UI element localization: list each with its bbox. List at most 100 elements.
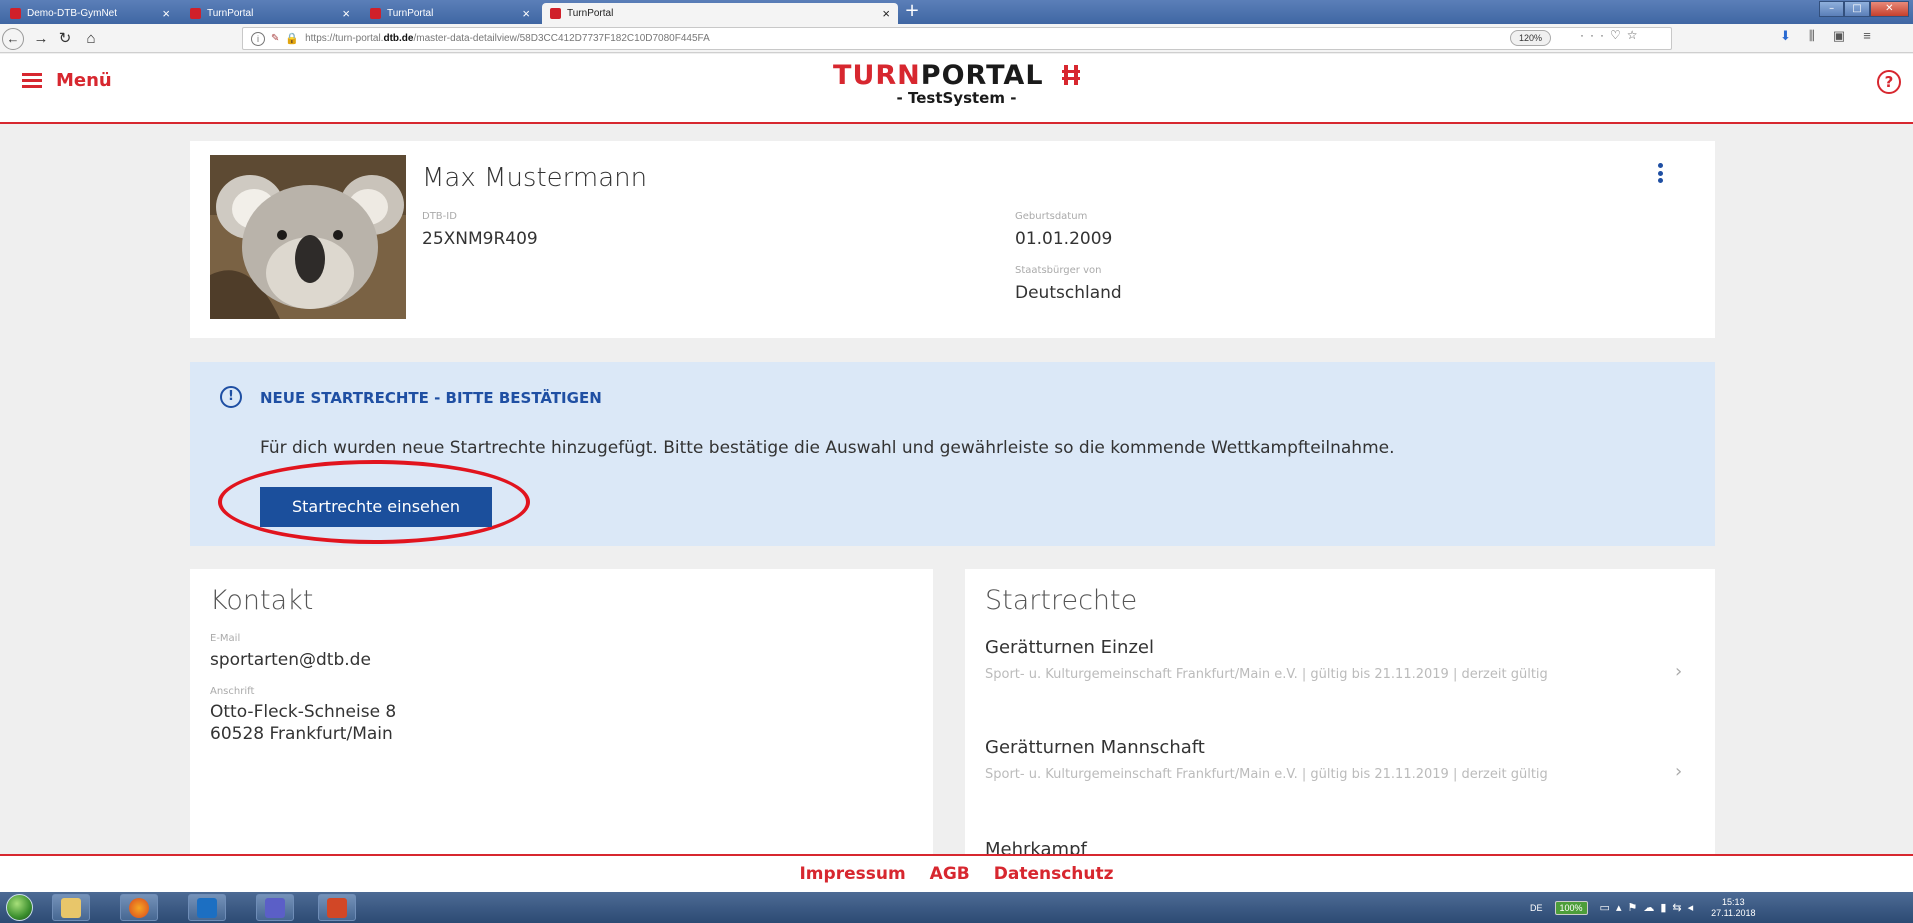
startrecht-item[interactable]: Gerätturnen Mannschaft Sport- u. Kulturg… <box>965 737 1715 837</box>
close-icon[interactable]: × <box>522 6 530 21</box>
browser-tab[interactable]: Demo-DTB-GymNet × <box>2 3 178 24</box>
language-indicator[interactable]: DE <box>1530 903 1543 913</box>
maximize-icon[interactable]: □ <box>1844 1 1870 17</box>
close-icon[interactable]: × <box>342 6 350 21</box>
logo-text-turn: TURN <box>833 60 921 91</box>
startrecht-title: Gerätturnen Einzel <box>985 637 1154 658</box>
startrechte-card: Startrechte Gerätturnen Einzel Sport- u.… <box>965 569 1715 854</box>
home-icon[interactable]: ⌂ <box>80 28 102 50</box>
forward-arrow-icon[interactable]: → <box>30 28 52 50</box>
birthdate-label: Geburtsdatum <box>1015 211 1088 222</box>
dtb-emblem-icon <box>1061 65 1080 85</box>
favicon-icon <box>10 8 21 19</box>
koala-photo <box>210 155 406 319</box>
address-label: Anschrift <box>210 686 255 697</box>
teams-icon[interactable] <box>256 894 294 921</box>
browser-tab[interactable]: TurnPortal × <box>362 3 538 24</box>
avatar <box>210 155 406 319</box>
explorer-icon[interactable] <box>52 894 90 921</box>
startrecht-title: Gerätturnen Mannschaft <box>985 737 1205 758</box>
zoom-level[interactable]: 120% <box>1510 30 1552 46</box>
citizenship-value: Deutschland <box>1015 283 1122 303</box>
startrecht-item[interactable]: Gerätturnen Einzel Sport- u. Kulturgemei… <box>965 637 1715 737</box>
download-icon[interactable]: ⬇ <box>1780 28 1791 44</box>
reload-icon[interactable]: ↻ <box>54 28 76 50</box>
chevron-right-icon: › <box>1675 761 1683 782</box>
contact-heading: Kontakt <box>210 585 314 616</box>
favicon-icon <box>550 8 561 19</box>
info-icon[interactable]: i <box>251 31 265 46</box>
url-text[interactable]: https://turn-portal.dtb.de/master-data-d… <box>305 33 710 44</box>
firefox-icon[interactable] <box>120 894 158 921</box>
alert-circle-icon: ! <box>220 386 242 408</box>
new-tab-button[interactable]: + <box>902 2 922 22</box>
startrechte-heading: Startrechte <box>985 585 1138 616</box>
email-value: sportarten@dtb.de <box>210 650 371 670</box>
profile-name: Max Mustermann <box>422 163 648 193</box>
profile-card: Max Mustermann DTB-ID 25XNM9R409 Geburts… <box>190 141 1715 338</box>
toolbar-right: ⬇ ⫼ ▣ ≡ <box>1780 28 1871 44</box>
favicon-icon <box>190 8 201 19</box>
contact-card: Kontakt E-Mail sportarten@dtb.de Anschri… <box>190 569 933 854</box>
impressum-link[interactable]: Impressum <box>799 864 905 884</box>
back-arrow-icon[interactable]: ← <box>2 28 24 50</box>
address-value: Otto-Fleck-Schneise 8 60528 Frankfurt/Ma… <box>210 702 397 744</box>
turnportal-logo: TURNPORTAL - TestSystem - <box>0 61 1913 107</box>
dtb-id-value: 25XNM9R409 <box>422 229 538 249</box>
window-controls: – □ ✕ <box>1819 1 1909 18</box>
page-actions-icon[interactable]: ··· <box>1580 28 1610 42</box>
battery-indicator[interactable]: 100% <box>1554 900 1588 915</box>
favicon-icon <box>370 8 381 19</box>
close-icon[interactable]: × <box>882 6 890 21</box>
citizenship-label: Staatsbürger von <box>1015 265 1102 276</box>
minimize-icon[interactable]: – <box>1819 1 1845 17</box>
tab-title: Demo-DTB-GymNet <box>27 8 118 19</box>
pocket-icon[interactable]: ♡ <box>1610 28 1627 42</box>
clock-date: 27.11.2018 <box>1711 907 1756 918</box>
startrechte-notice: ! NEUE STARTRECHTE - BITTE BESTÄTIGEN Fü… <box>190 362 1715 546</box>
system-tray: DE 100% ▭▴⚑☁▮⇆◂ 15:13 27.11.2018 <box>1530 892 1756 923</box>
more-options-icon[interactable] <box>1655 161 1665 185</box>
page-actions[interactable]: ···♡☆ <box>1580 28 1644 42</box>
app-header: Menü TURNPORTAL - TestSystem - ? <box>0 54 1913 124</box>
windows-taskbar: DE 100% ▭▴⚑☁▮⇆◂ 15:13 27.11.2018 <box>0 892 1913 923</box>
hamburger-menu-icon[interactable]: ≡ <box>1863 28 1871 44</box>
url-bar[interactable]: i ✎ 🔒 https://turn-portal.dtb.de/master-… <box>242 27 1672 50</box>
close-icon[interactable]: × <box>162 6 170 21</box>
birthdate-value: 01.01.2009 <box>1015 229 1113 249</box>
chevron-right-icon: › <box>1675 661 1683 682</box>
browser-tabstrip: Demo-DTB-GymNet × TurnPortal × TurnPorta… <box>0 0 1913 24</box>
logo-subtitle: - TestSystem - <box>896 89 1017 107</box>
window-close-icon[interactable]: ✕ <box>1869 1 1909 17</box>
browser-tab-active[interactable]: TurnPortal × <box>542 3 898 24</box>
startrechte-einsehen-button[interactable]: Startrechte einsehen <box>260 487 492 527</box>
sidebar-icon[interactable]: ▣ <box>1833 28 1845 44</box>
powerpoint-icon[interactable] <box>318 894 356 921</box>
notice-title: NEUE STARTRECHTE - BITTE BESTÄTIGEN <box>260 389 602 407</box>
clock-time: 15:13 <box>1722 896 1745 907</box>
agb-link[interactable]: AGB <box>930 864 970 884</box>
tab-title: TurnPortal <box>567 8 614 19</box>
lock-icon[interactable]: 🔒 <box>285 32 299 45</box>
bookmark-star-icon[interactable]: ☆ <box>1627 28 1644 42</box>
tab-title: TurnPortal <box>387 8 434 19</box>
startrecht-item[interactable]: Mehrkampf <box>965 839 1715 854</box>
permission-icon[interactable]: ✎ <box>271 33 279 44</box>
tab-title: TurnPortal <box>207 8 254 19</box>
email-label: E-Mail <box>210 633 241 644</box>
datenschutz-link[interactable]: Datenschutz <box>994 864 1114 884</box>
browser-tab[interactable]: TurnPortal × <box>182 3 358 24</box>
question-circle-icon[interactable]: ? <box>1877 70 1901 94</box>
browser-toolbar: ← → ↻ ⌂ i ✎ 🔒 https://turn-portal.dtb.de… <box>0 24 1913 53</box>
outlook-icon[interactable] <box>188 894 226 921</box>
windows-start-icon[interactable] <box>6 894 33 921</box>
startrecht-title: Mehrkampf <box>985 839 1087 854</box>
startrecht-desc: Sport- u. Kulturgemeinschaft Frankfurt/M… <box>985 667 1548 682</box>
logo-text-portal: PORTAL <box>920 60 1044 91</box>
tray-icons[interactable]: ▭▴⚑☁▮⇆◂ <box>1600 901 1700 914</box>
page-footer: Impressum AGB Datenschutz <box>0 854 1913 892</box>
library-icon[interactable]: ⫼ <box>1809 28 1815 44</box>
clock[interactable]: 15:13 27.11.2018 <box>1711 897 1755 919</box>
notice-text: Für dich wurden neue Startrechte hinzuge… <box>260 438 1395 458</box>
main-content: Max Mustermann DTB-ID 25XNM9R409 Geburts… <box>0 126 1913 854</box>
